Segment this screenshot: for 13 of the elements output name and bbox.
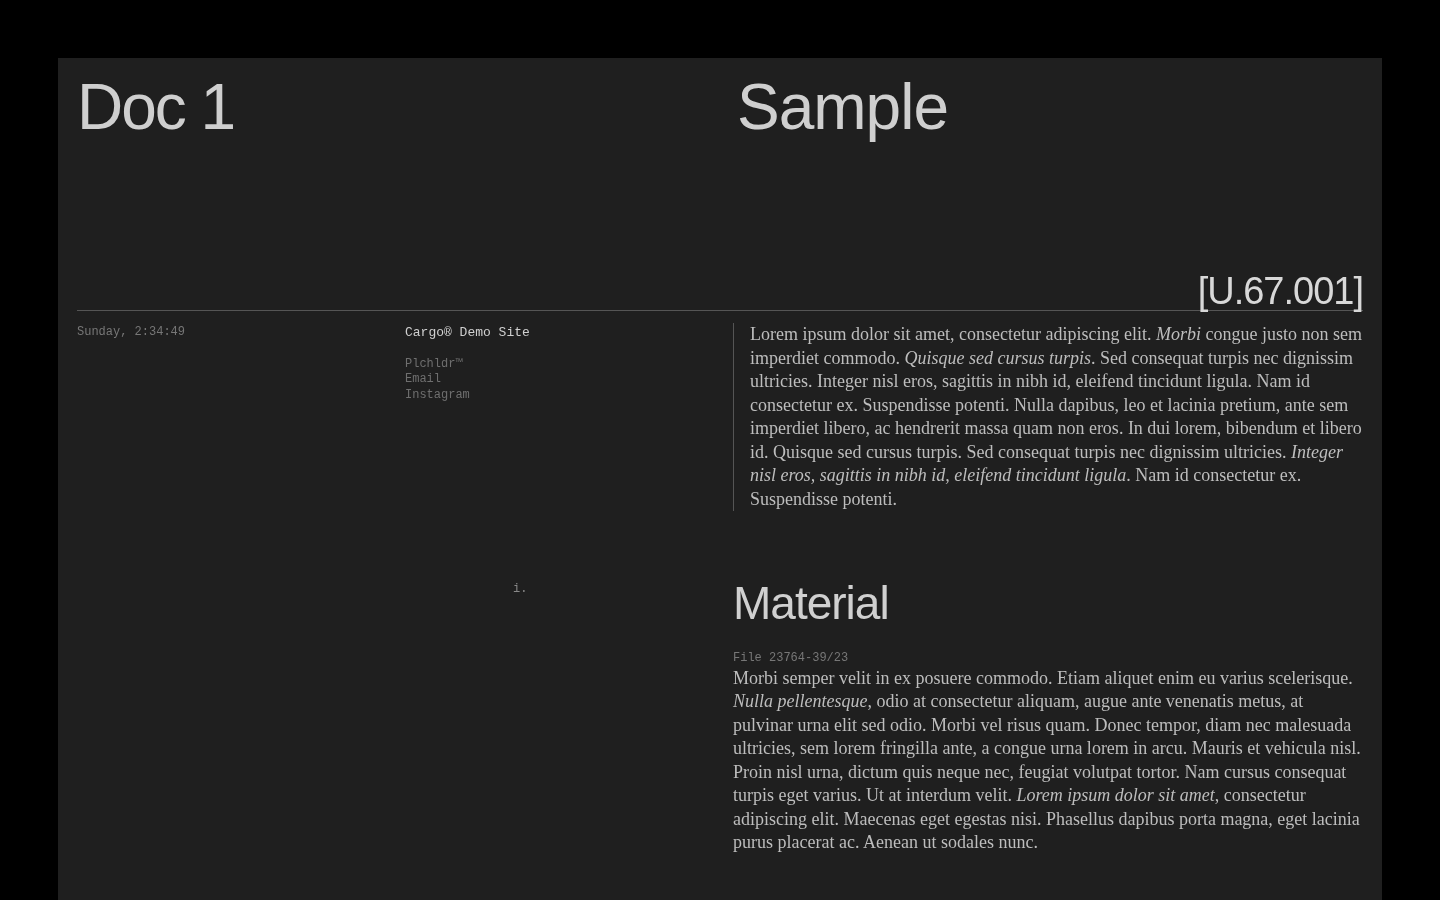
- page-title: Sample: [737, 72, 949, 143]
- marker-text: i.: [513, 581, 529, 598]
- document-code: [U.67.001]: [1197, 272, 1363, 310]
- section-paragraph: Morbi semper velit in ex posuere commodo. Etiam aliquet enim eu varius scelerisque. Nulla pellentesque, odio at consectetur aliquam, augue ante venenatis metus, at pulvinar urna elit sed odio. Morbi vel risus quam. Donec tempor, diam nec malesuada ultricies, sem lorem fringilla ante, a congue urna lorem in arcu. Mauris et vehicula nisl. Proin nisl urna, dictum quis neque nec, feugiat volutpat tortor. Nam cursus consequat turpis eget varius. Ut at interdum velit. Lorem ipsum dolor sit amet, consectetur adipiscing elit. Maecenas eget egestas nisi. Phasellus dapibus porta magna, eget lacinia purus placerat ac. Aenean ut sodales nunc.: [733, 666, 1362, 854]
- nav-link[interactable]: Instagram: [405, 387, 470, 403]
- date-time: Sunday, 2:34:49: [77, 324, 187, 341]
- nav-link[interactable]: Plchldr™: [405, 356, 463, 372]
- site-name: Cargo® Demo Site: [405, 324, 531, 342]
- intro-paragraph: Lorem ipsum dolor sit amet, consectetur adipiscing elit. Morbi congue justo non sem imperdiet commodo. Quisque sed cursus turpis. Sed consequat turpis nec dignissim ultricies. Integer nisl eros, sagittis in nibh id, eleifend tincidunt ligula. Nam id consectetur ex. Suspendisse potenti. Nulla dapibus, leo et lacinia pretium, ante sem imperdiet libero, ac hendrerit massa quam non eros. In dui lorem, bibendum et libero id. Quisque sed cursus turpis. Sed consequat turpis nec dignissim ultricies. Integer nisl eros, sagittis in nibh id, eleifend tincidunt ligula. Nam id consectetur ex. Suspendisse potenti.: [733, 323, 1363, 511]
- page-title: Doc 1: [77, 72, 236, 143]
- nav-link[interactable]: Email: [405, 372, 441, 388]
- file-label: File 23764-39/23: [733, 649, 850, 667]
- section-heading: Material: [733, 576, 890, 631]
